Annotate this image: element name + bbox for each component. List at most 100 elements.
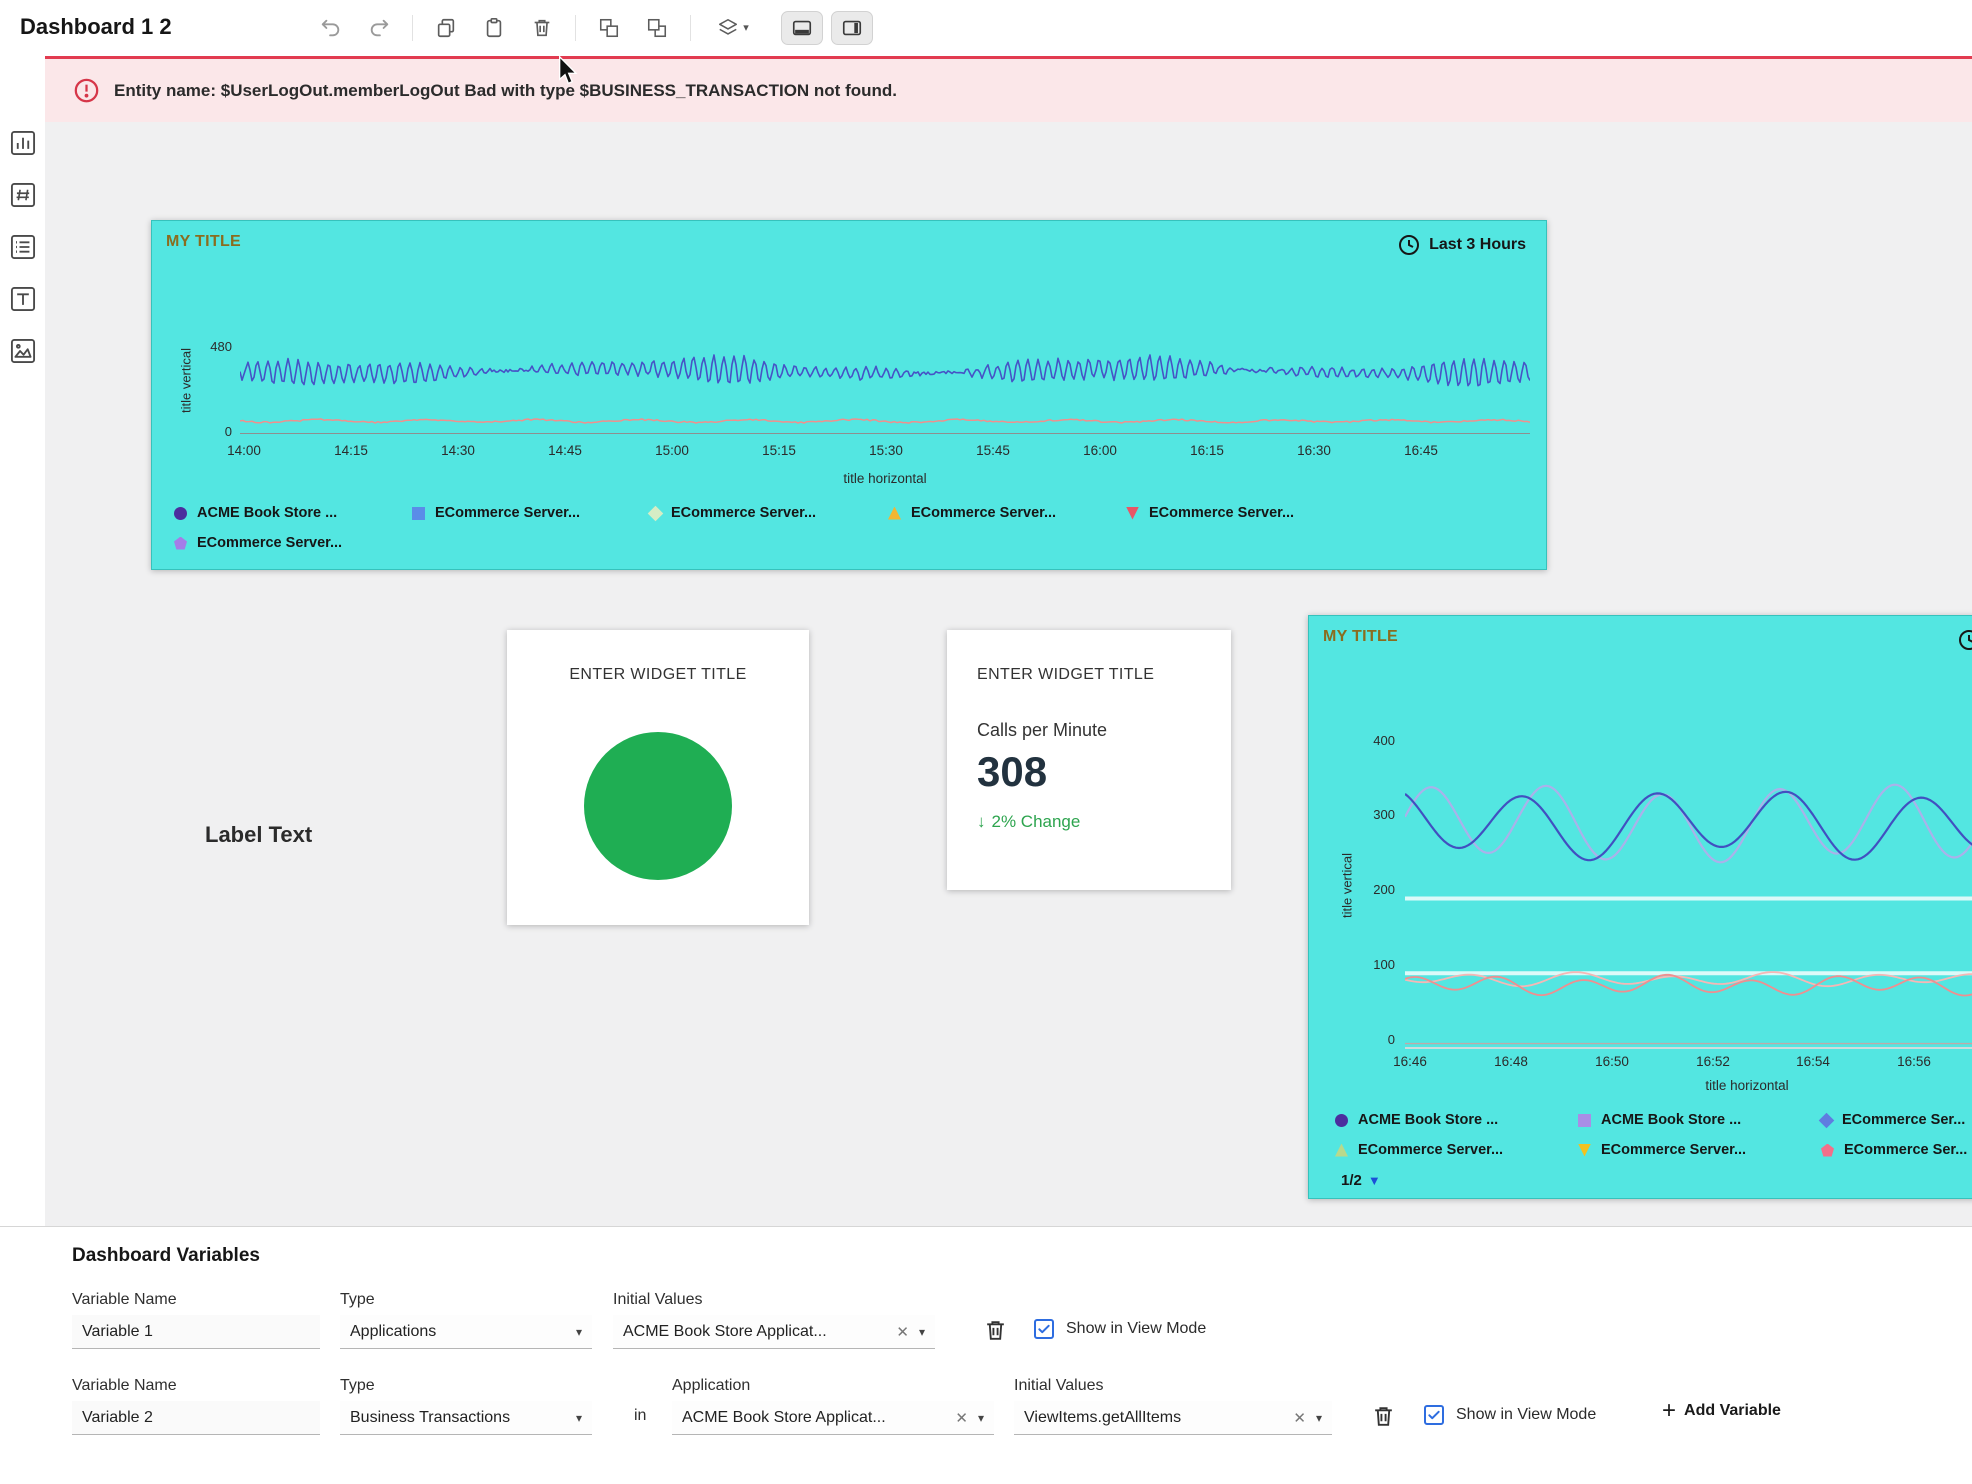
ungroup-icon [646,17,668,39]
toolbar-separator [412,15,413,41]
palette-chart-widget[interactable] [8,128,38,158]
bottom-panel-icon [791,17,813,39]
timeseries-widget-right[interactable]: MY TITLE title vertical 4003002001000 16… [1308,615,1972,1199]
widget-title: ENTER WIDGET TITLE [507,666,809,684]
palette-list-widget[interactable] [8,232,38,262]
x-axis-tick: 16:56 [1897,1054,1931,1069]
legend-item[interactable]: ECommerce Server... [174,535,412,551]
plus-icon: + [1662,1399,1676,1423]
x-axis-tick: 16:48 [1494,1054,1528,1069]
undo-icon [320,17,342,39]
legend-marker-diamond-icon [1819,1112,1835,1128]
label-widget[interactable]: Label Text [205,822,312,848]
legend-item[interactable]: ECommerce Ser... [1821,1112,1972,1128]
legend-item[interactable]: ECommerce Server... [1126,505,1364,521]
metric-widget[interactable]: ENTER WIDGET TITLE Calls per Minute 308 … [947,630,1231,890]
initial-values-select[interactable]: ACME Book Store Applicat... ✕ ▾ [613,1315,935,1349]
legend-marker-square-icon [412,507,425,520]
y-axis-tick: 200 [1333,882,1395,897]
down-arrow-icon: ↓ [977,812,986,832]
metric-change: ↓ 2% Change [977,812,1080,832]
ungroup-button[interactable] [642,13,672,43]
chart-legend: ACME Book Store ...ECommerce Server...EC… [174,505,1524,551]
legend-item[interactable]: ECommerce Server... [1578,1142,1821,1158]
metric-name: Calls per Minute [977,720,1107,741]
trash-icon [983,1318,1008,1343]
application-select[interactable]: ACME Book Store Applicat... ✕ ▾ [672,1401,994,1435]
group-button[interactable] [594,13,624,43]
dashboard-canvas[interactable]: MY TITLE Last 3 Hours title vertical 480… [45,122,1972,1226]
x-axis-ticks: 16:4616:4816:5016:5216:5416:56 [1309,1054,1972,1072]
variable-name-label: Variable Name [72,1377,177,1395]
show-in-view-mode-label: Show in View Mode [1066,1320,1206,1338]
legend-marker-circle-icon [1335,1114,1348,1127]
right-panel-icon [841,17,863,39]
chart-legend: ACME Book Store ...ACME Book Store ...EC… [1335,1112,1972,1158]
palette-text-widget[interactable] [8,284,38,314]
delete-variable-button[interactable] [1368,1401,1398,1431]
palette-number-widget[interactable] [8,180,38,210]
initial-values-select[interactable]: ViewItems.getAllItems ✕ ▾ [1014,1401,1332,1435]
legend-item[interactable]: ECommerce Server... [412,505,650,521]
undo-button[interactable] [316,13,346,43]
selected-type: Applications [350,1323,576,1341]
error-message: Entity name: $UserLogOut.memberLogOut Ba… [114,81,897,101]
chevron-down-icon: ▾ [743,23,749,34]
error-icon [73,77,100,104]
x-axis-tick: 14:30 [441,443,475,458]
application-label: Application [672,1377,750,1395]
delete-variable-button[interactable] [980,1315,1010,1345]
trash-icon [1371,1404,1396,1429]
chevron-down-icon: ▾ [576,1325,582,1339]
add-variable-button[interactable]: + Add Variable [1662,1399,1781,1423]
layout-toggle-group [781,11,873,45]
legend-pagination[interactable]: 1/2 ▼ [1341,1172,1381,1189]
show-in-view-mode-checkbox[interactable] [1034,1319,1054,1339]
time-range[interactable]: Last 3 Hours [1397,233,1526,257]
palette-image-widget[interactable] [8,336,38,366]
legend-item[interactable]: ECommerce Ser... [1821,1142,1972,1158]
legend-item[interactable]: ECommerce Server... [650,505,888,521]
copy-button[interactable] [431,13,461,43]
initial-values-label: Initial Values [613,1291,703,1309]
close-icon[interactable]: ✕ [955,1409,968,1427]
type-select[interactable]: Applications ▾ [340,1315,592,1349]
type-label: Type [340,1291,375,1309]
layers-button[interactable]: ▾ [709,13,757,43]
x-axis-tick: 14:45 [548,443,582,458]
redo-button[interactable] [364,13,394,43]
variable-name-input[interactable] [72,1401,320,1435]
error-banner: Entity name: $UserLogOut.memberLogOut Ba… [45,56,1972,122]
legend-label: ECommerce Server... [911,505,1056,521]
bottom-panel-toggle-button[interactable] [781,11,823,45]
delete-button[interactable] [527,13,557,43]
selected-type: Business Transactions [350,1409,576,1427]
show-in-view-mode-checkbox[interactable] [1424,1405,1444,1425]
legend-item[interactable]: ACME Book Store ... [174,505,412,521]
metric-value: 308 [977,748,1047,796]
legend-item[interactable]: ECommerce Server... [888,505,1126,521]
legend-item[interactable]: ACME Book Store ... [1335,1112,1578,1128]
pie-widget[interactable]: ENTER WIDGET TITLE [507,630,809,925]
legend-marker-pentagon-icon [1821,1144,1834,1157]
close-icon[interactable]: ✕ [896,1323,909,1341]
selected-initial-value: ViewItems.getAllItems [1024,1409,1285,1427]
x-axis-tick: 15:30 [869,443,903,458]
close-icon[interactable]: ✕ [1293,1409,1306,1427]
x-axis-tick: 16:52 [1696,1054,1730,1069]
legend-marker-triangle-up-icon [1335,1144,1348,1157]
type-select[interactable]: Business Transactions ▾ [340,1401,592,1435]
legend-item[interactable]: ACME Book Store ... [1578,1112,1821,1128]
timeseries-widget-main[interactable]: MY TITLE Last 3 Hours title vertical 480… [151,220,1547,570]
selected-initial-value: ACME Book Store Applicat... [623,1323,888,1341]
legend-marker-diamond-icon [648,505,664,521]
line-chart [1405,724,1972,1050]
legend-item[interactable]: ECommerce Server... [1335,1142,1578,1158]
right-panel-toggle-button[interactable] [831,11,873,45]
time-range-label: Last 3 Hours [1429,236,1526,254]
variable-name-input[interactable] [72,1315,320,1349]
paste-button[interactable] [479,13,509,43]
x-axis-tick: 16:50 [1595,1054,1629,1069]
time-range[interactable] [1957,628,1972,652]
legend-label: ECommerce Server... [197,535,342,551]
